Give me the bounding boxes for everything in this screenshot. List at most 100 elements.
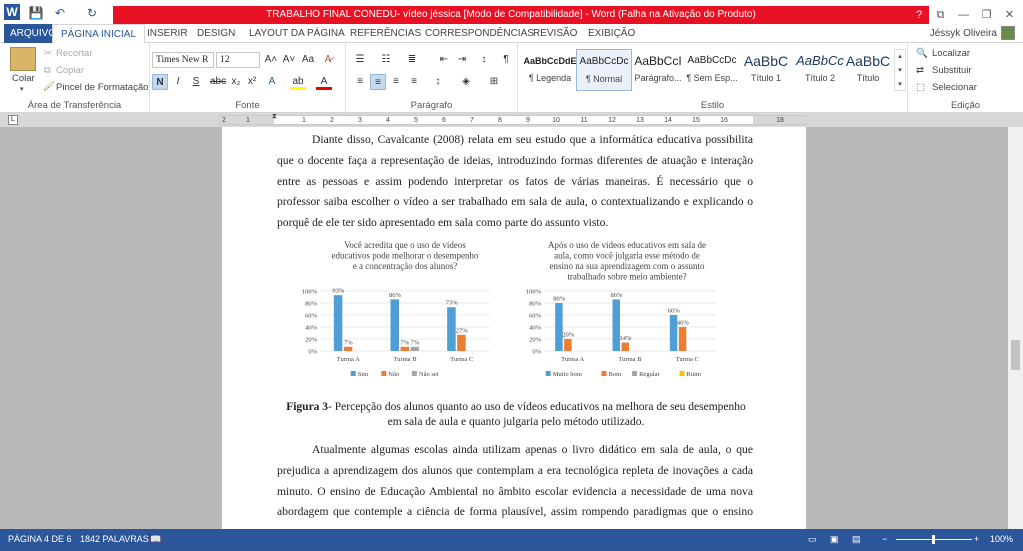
tab-mailings[interactable]: CORRESPONDÊNCIAS bbox=[425, 24, 534, 43]
scrollbar-thumb[interactable] bbox=[1011, 340, 1020, 370]
font-color-icon[interactable]: A bbox=[316, 74, 332, 90]
pilcrow-icon[interactable]: ¶ bbox=[498, 52, 514, 68]
minimize-button[interactable]: — bbox=[952, 6, 975, 24]
select-button[interactable]: Selecionar bbox=[932, 82, 977, 93]
page-count[interactable]: PÁGINA 4 DE 6 bbox=[8, 534, 72, 544]
styles-scroll[interactable]: ▴ ▾ ▾ bbox=[894, 49, 906, 91]
change-case-icon[interactable]: Aa bbox=[300, 52, 316, 68]
tab-view[interactable]: EXIBIÇÃO bbox=[588, 24, 635, 43]
superscript-icon[interactable]: x² bbox=[244, 74, 260, 90]
tab-references[interactable]: REFERÊNCIAS bbox=[350, 24, 421, 43]
chart-title: educativos pode melhorar o desempenho bbox=[332, 251, 479, 261]
decrease-indent-icon[interactable]: ⇤ bbox=[436, 52, 452, 68]
bar bbox=[678, 327, 687, 351]
bullets-icon[interactable]: ☰ bbox=[352, 52, 368, 68]
page[interactable]: Diante disso, Cavalcante (2008) relata e… bbox=[222, 127, 806, 529]
user-account[interactable]: Jéssyk Oliveira bbox=[930, 24, 1015, 43]
style-sem-espaco[interactable]: AaBbCcDc ¶ Sem Esp... bbox=[684, 49, 740, 91]
format-painter-icon: 🖌 bbox=[43, 81, 56, 92]
help-button[interactable]: ? bbox=[909, 6, 929, 24]
style-legenda[interactable]: AaBbCcDdE ¶ Legenda bbox=[522, 49, 578, 91]
data-label: 73% bbox=[446, 300, 459, 307]
format-painter-button[interactable]: Pincel de Formatação bbox=[56, 82, 148, 93]
zoom-in-icon[interactable]: + bbox=[974, 534, 979, 544]
zoom-level[interactable]: 100% bbox=[990, 534, 1013, 544]
tab-design[interactable]: DESIGN bbox=[197, 24, 235, 43]
line-spacing-icon[interactable]: ↕ bbox=[430, 74, 446, 90]
font-name-select[interactable]: Times New R bbox=[152, 52, 214, 68]
zoom-out-icon[interactable]: − bbox=[882, 534, 887, 544]
horizontal-ruler[interactable]: 2 1 1 2 3 4 5 6 7 8 9 10 11 12 13 14 15 … bbox=[219, 113, 807, 125]
tab-layout[interactable]: LAYOUT DA PÁGINA bbox=[249, 24, 345, 43]
increase-indent-icon[interactable]: ⇥ bbox=[454, 52, 470, 68]
y-tick-label: 60% bbox=[529, 313, 542, 320]
text-effects-icon[interactable]: A bbox=[264, 74, 280, 90]
italic-icon[interactable]: I bbox=[170, 74, 186, 90]
legend-label: Bom bbox=[609, 371, 622, 378]
indent-marker-icon[interactable]: ⧗ bbox=[272, 113, 277, 121]
replace-icon: ⇄ bbox=[916, 65, 924, 76]
sort-icon[interactable]: ↕ bbox=[476, 52, 492, 68]
replace-button[interactable]: Substituir bbox=[932, 65, 972, 76]
editing-group: 🔍 Localizar ⇄ Substituir ⬚ Selecionar Ed… bbox=[908, 43, 1023, 113]
ruler-number: 18 bbox=[776, 117, 784, 124]
chevron-down-icon[interactable]: ▾ bbox=[20, 85, 24, 93]
borders-icon[interactable]: ⊞ bbox=[486, 74, 502, 90]
cut-button[interactable]: Recortar bbox=[56, 48, 92, 59]
numbering-icon[interactable]: ☷ bbox=[378, 52, 394, 68]
align-right-icon[interactable]: ≡ bbox=[388, 74, 404, 90]
close-button[interactable]: ✕ bbox=[998, 6, 1021, 24]
y-tick-label: 0% bbox=[532, 349, 541, 356]
web-layout-icon[interactable]: ▤ bbox=[852, 534, 861, 545]
style-titulo-1[interactable]: AaBbC Título 1 bbox=[738, 49, 794, 91]
maximize-button[interactable]: ❐ bbox=[975, 6, 998, 24]
find-button[interactable]: Localizar bbox=[932, 48, 970, 59]
print-layout-icon[interactable]: ▣ bbox=[830, 534, 839, 545]
clear-format-icon[interactable]: A̷ bbox=[320, 52, 336, 68]
style-titulo[interactable]: AaBbC Título bbox=[840, 49, 896, 91]
ruler-number: 1 bbox=[246, 117, 250, 124]
paragraph-2[interactable]: Atualmente algumas escolas ainda utiliza… bbox=[277, 440, 753, 523]
highlight-icon[interactable]: ab bbox=[290, 74, 306, 90]
style-normal[interactable]: AaBbCcDc ¶ Normal bbox=[576, 49, 632, 91]
redo-icon[interactable]: ↻ bbox=[84, 5, 100, 21]
zoom-slider-thumb[interactable] bbox=[932, 535, 935, 544]
vertical-scrollbar[interactable] bbox=[1008, 127, 1023, 529]
tab-insert[interactable]: INSERIR bbox=[147, 24, 188, 43]
font-size-select[interactable]: 12 bbox=[216, 52, 260, 68]
undo-icon[interactable]: ↶ bbox=[52, 5, 68, 21]
ribbon-display-button[interactable]: ⧉ bbox=[929, 6, 952, 24]
ruler-number: 14 bbox=[664, 117, 672, 124]
tab-selector[interactable]: L bbox=[8, 115, 18, 125]
style-paragrafo[interactable]: AaBbCcI Parágrafo... bbox=[630, 49, 686, 91]
align-left-icon[interactable]: ≡ bbox=[352, 74, 368, 90]
paste-icon[interactable] bbox=[10, 47, 36, 71]
font-group: Times New R 12 A˄ A˅ Aa A̷ N I S abc x₂ … bbox=[150, 43, 346, 113]
bold-icon[interactable]: N bbox=[152, 74, 168, 90]
legend-swatch bbox=[632, 371, 638, 376]
save-icon[interactable]: 💾 bbox=[28, 5, 44, 21]
shrink-font-icon[interactable]: A˅ bbox=[281, 52, 297, 68]
shading-icon[interactable]: ◈ bbox=[458, 74, 474, 90]
read-mode-icon[interactable]: ▭ bbox=[808, 534, 817, 545]
align-center-icon[interactable]: ≡ bbox=[370, 74, 386, 90]
tab-home[interactable]: PÁGINA INICIAL bbox=[52, 24, 146, 44]
legend-label: Não bbox=[388, 371, 399, 378]
y-tick-label: 0% bbox=[308, 349, 317, 356]
strikethrough-icon[interactable]: abc bbox=[210, 74, 226, 90]
ruler-number: 10 bbox=[552, 117, 560, 124]
category-label: Turma C bbox=[676, 356, 699, 363]
grow-font-icon[interactable]: A˄ bbox=[263, 52, 279, 68]
paste-button[interactable]: Colar bbox=[12, 73, 35, 84]
proofing-icon[interactable]: 📖 bbox=[150, 534, 161, 545]
figure-charts[interactable]: Você acredita que o uso de vídeoseducati… bbox=[282, 239, 726, 385]
justify-icon[interactable]: ≡ bbox=[406, 74, 422, 90]
subscript-icon[interactable]: x₂ bbox=[228, 74, 244, 90]
paragraph-1[interactable]: Diante disso, Cavalcante (2008) relata e… bbox=[277, 130, 753, 234]
word-count[interactable]: 1842 PALAVRAS bbox=[80, 534, 149, 544]
underline-icon[interactable]: S bbox=[188, 74, 204, 90]
copy-button[interactable]: Copiar bbox=[56, 65, 84, 76]
tab-review[interactable]: REVISÃO bbox=[533, 24, 577, 43]
text-line: Atualmente algumas escolas ainda utiliza… bbox=[312, 443, 753, 456]
multilevel-list-icon[interactable]: ≣ bbox=[404, 52, 420, 68]
